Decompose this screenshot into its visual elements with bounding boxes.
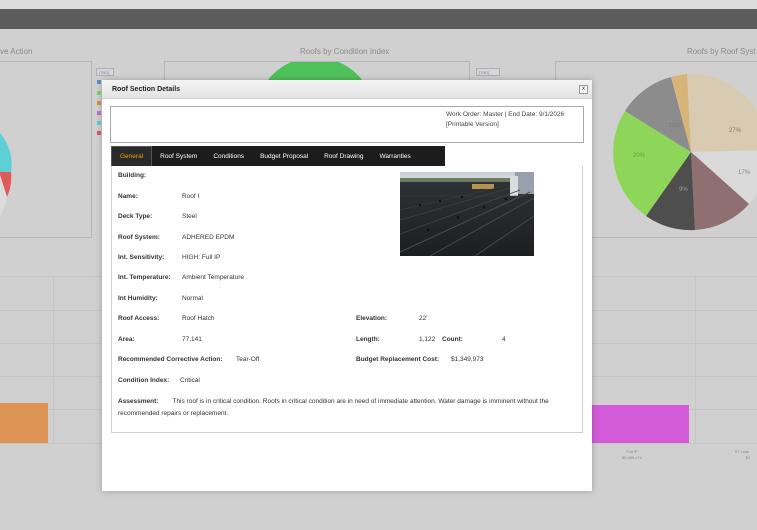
work-order-box: Work Order: Master | End Date: 9/1/2026 … <box>110 106 584 143</box>
count-label: Count: <box>442 336 463 343</box>
int-sensitivity-label: Int. Sensitivity: <box>118 254 165 261</box>
tab-roof-system[interactable]: Roof System <box>152 146 205 166</box>
modal-title: Roof Section Details <box>112 86 181 93</box>
int-temperature-label: Int. Temperature: <box>118 274 171 281</box>
tab-warranties[interactable]: Warranties <box>372 146 419 166</box>
bar-label: Full IP <box>626 449 638 454</box>
pie-label: 27% <box>729 128 742 134</box>
condition-index-value: Critical <box>180 377 200 384</box>
tab-roof-drawing[interactable]: Roof Drawing <box>316 146 371 166</box>
pie-label: 17% <box>738 170 751 176</box>
pie-slice-beige <box>687 73 757 152</box>
legend-swatch <box>97 121 101 125</box>
modal-header: Roof Section Details x <box>102 80 592 99</box>
bar-label: $1 <box>745 455 751 460</box>
corrective-action-value: Tear-Off <box>236 356 260 363</box>
bar-orange <box>0 403 48 443</box>
length-label: Length: <box>356 336 380 343</box>
legend-box-center: [TBD] <box>476 68 500 76</box>
roof-access-value: Roof Hatch <box>182 315 215 322</box>
area-value: 77,141 <box>182 336 202 343</box>
chart-title-condition-index: Roofs by Condition Index <box>300 47 390 56</box>
legend-swatch <box>97 131 101 135</box>
grid-line <box>695 276 696 443</box>
roof-system-value: ADHERED EPDM <box>182 234 235 241</box>
roof-photo-image <box>400 172 534 256</box>
building-label: Building: <box>118 172 147 179</box>
int-sensitivity-value: HIGH: Full IP <box>182 254 221 261</box>
int-humidity-value: Normal <box>182 295 203 302</box>
general-tab-content: Building: Name: Roof I Deck Type: Steel … <box>111 166 583 433</box>
budget-replacement-value: $1,349,973 <box>451 356 484 363</box>
roof-photo <box>400 172 534 256</box>
app-navbar <box>0 9 757 29</box>
int-temperature-value: Ambient Temperature <box>182 274 245 281</box>
pie-chart-corrective-action <box>0 133 12 216</box>
close-button[interactable]: x <box>579 85 588 94</box>
pie-slice-cyan <box>0 133 12 172</box>
elevation-value: 22' <box>419 315 428 322</box>
pie-label: 9% <box>679 187 688 193</box>
legend-swatch <box>97 80 101 84</box>
chart-panel-corrective-action <box>0 61 92 238</box>
roof-system-label: Roof System: <box>118 234 160 241</box>
app-topbar <box>0 0 757 9</box>
chart-title-corrective-action: ve Action <box>0 47 33 56</box>
legend-swatch <box>97 101 101 105</box>
bar-magenta <box>592 405 689 443</box>
budget-replacement-label: Budget Replacement Cost: <box>356 356 440 363</box>
tab-conditions[interactable]: Conditions <box>205 146 252 166</box>
chart-title-roof-system: Roofs by Roof Syst <box>687 47 756 56</box>
bar-label: 5Y Leak <box>734 449 750 454</box>
legend-swatch <box>97 91 101 95</box>
int-humidity-label: Int Humidity: <box>118 295 158 302</box>
name-value: Roof I <box>182 193 200 200</box>
roof-access-label: Roof Access: <box>118 315 160 322</box>
roof-section-details-modal: Roof Section Details x Work Order: Maste… <box>102 80 592 491</box>
assessment-text: This roof is in critical condition. Roof… <box>118 398 549 417</box>
name-label: Name: <box>118 193 138 200</box>
tab-budget-proposal[interactable]: Budget Proposal <box>252 146 316 166</box>
details-tab-bar: General Roof System Conditions Budget Pr… <box>111 146 445 166</box>
tab-general[interactable]: General <box>111 146 153 166</box>
area-label: Area: <box>118 336 135 343</box>
corrective-action-label: Recommended Corrective Action: <box>118 356 223 363</box>
legend-box-left: [TBD] <box>96 68 114 76</box>
elevation-label: Elevation: <box>356 315 388 322</box>
pie-label: 20% <box>633 153 646 159</box>
legend-swatch <box>97 111 101 115</box>
assessment: Assessment: This roof is in critical cond… <box>118 396 573 420</box>
deck-type-value: Steel <box>182 213 197 220</box>
count-value: 4 <box>502 336 506 343</box>
assessment-label: Assessment: <box>118 398 159 405</box>
printable-version-link[interactable]: [Printable Version] <box>446 121 499 128</box>
deck-type-label: Deck Type: <box>118 213 153 220</box>
grid-line <box>53 276 54 443</box>
condition-index-label: Condition Index: <box>118 377 170 384</box>
work-order-text: Work Order: Master | End Date: 9/1/2026 <box>446 111 565 118</box>
pie-label: 11% <box>669 123 681 129</box>
bar-label: $5,689,474 <box>621 455 643 460</box>
length-value: 1,122 <box>419 336 436 343</box>
